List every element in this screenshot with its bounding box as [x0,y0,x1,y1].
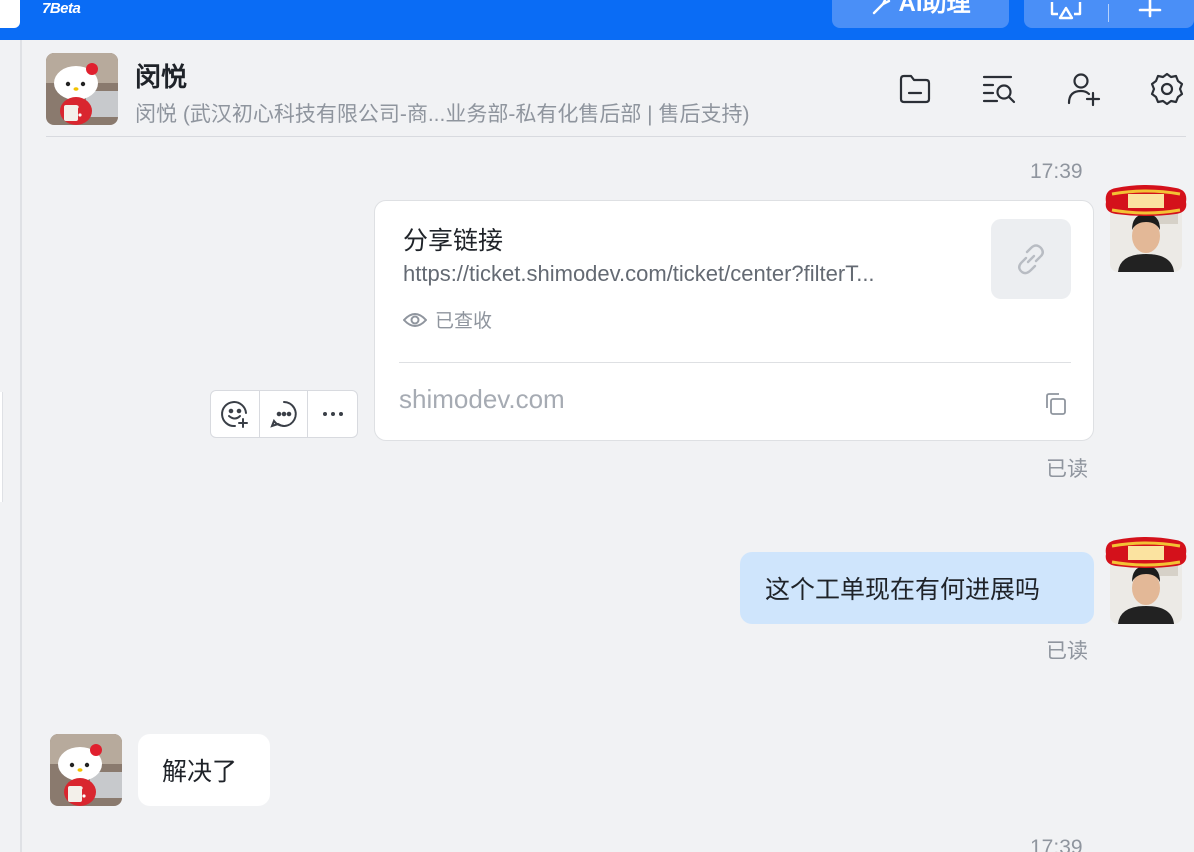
card-status: 已查收 [403,306,492,333]
eye-icon [403,312,427,327]
read-receipt: 已读 [1046,458,1088,481]
settings-button[interactable] [1148,70,1186,108]
search-history-icon [982,75,1016,104]
message-timestamp: 17:39 [1030,160,1083,183]
search-history-button[interactable] [980,70,1018,108]
toolbar-divider [1108,4,1109,22]
add-member-button[interactable] [1064,70,1102,108]
message-hover-toolbar [210,390,358,438]
beta-label: Beta [49,0,81,17]
avatar[interactable] [1105,537,1187,624]
card-title: 分享链接 [403,227,504,255]
contact-name: 闵悦 [135,62,188,92]
incoming-message-bubble[interactable]: 解决了 [138,734,270,806]
plus-icon[interactable] [1136,0,1164,24]
reply-button[interactable] [260,391,309,437]
ai-assistant-button[interactable]: AI助理 [832,0,1009,28]
more-button[interactable] [308,391,357,437]
message-timestamp: 17:39 [1030,836,1083,852]
card-divider [399,362,1071,363]
card-url[interactable]: https://ticket.shimodev.com/ticket/cente… [403,261,963,287]
card-domain: shimodev.com [399,384,565,414]
badge-banner-icon [1105,185,1187,216]
header-actions [896,70,1186,108]
read-receipt: 已读 [1046,640,1088,663]
card-status-label: 已查收 [435,311,493,332]
outgoing-message-bubble[interactable]: 这个工单现在有何进展吗 [740,552,1094,624]
logo-mark-icon: 7 [42,0,50,17]
ai-assistant-label: AI助理 [898,0,971,17]
avatar[interactable] [46,53,118,125]
add-member-icon [1067,73,1101,107]
window-tab[interactable] [0,0,20,28]
message-text: 解决了 [162,758,238,786]
top-bar: 7Beta AI助理 [0,0,1194,40]
contact-org: 闵悦 (武汉初心科技有限公司-商...业务部-私有化售后部 | 售后支持) [135,103,750,126]
sparkle-icon [872,0,890,15]
left-panel-divider [20,40,22,852]
folder-icon [899,74,931,104]
link-icon [1018,244,1044,275]
avatar[interactable] [1105,185,1187,272]
screen-share-icon[interactable] [1048,0,1084,24]
reply-icon [269,401,297,428]
settings-icon [1150,72,1184,106]
folder-button[interactable] [896,70,934,108]
more-icon [322,412,343,416]
hello-kitty-avatar-icon [50,734,122,806]
hello-kitty-avatar-icon [46,53,118,125]
avatar[interactable] [50,734,122,806]
link-thumbnail [991,219,1071,299]
left-panel-handle[interactable] [0,392,3,502]
toolbar-button-group [1024,0,1194,28]
copy-button[interactable] [1043,391,1069,417]
message-text: 这个工单现在有何进展吗 [765,576,1041,604]
badge-banner-icon [1105,537,1187,568]
add-reaction-button[interactable] [211,391,260,437]
add-reaction-icon [220,401,248,428]
app-logo-beta: 7Beta [42,0,81,17]
share-link-card[interactable]: 分享链接 https://ticket.shimodev.com/ticket/… [374,200,1094,441]
chat-header: 闵悦 闵悦 (武汉初心科技有限公司-商...业务部-私有化售后部 | 售后支持) [46,40,1186,137]
copy-icon [1046,393,1066,415]
